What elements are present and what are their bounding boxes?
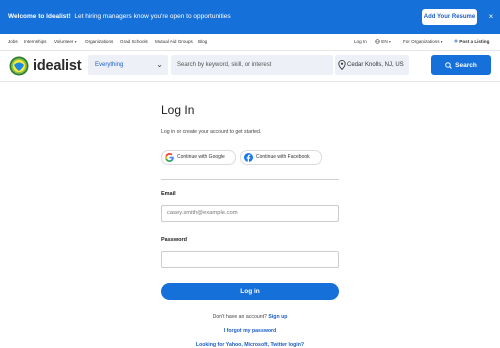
location-value: Cedar Knolls, NJ, US bbox=[347, 62, 404, 68]
idealist-logo-icon[interactable] bbox=[9, 56, 29, 76]
other-logins-link[interactable]: Looking for Yahoo, Microsoft, Twitter lo… bbox=[196, 342, 304, 348]
chevron-down-icon: ▾ bbox=[388, 40, 391, 44]
nav-blog[interactable]: Blog bbox=[198, 34, 207, 50]
facebook-login-label: Continue with Facebook bbox=[256, 154, 310, 160]
forgot-row: I forgot my password bbox=[161, 327, 339, 335]
for-organizations-label: For Organizations bbox=[403, 39, 440, 44]
search-icon bbox=[445, 61, 453, 69]
signup-prompt: Don't have an account? Sign up bbox=[161, 313, 339, 321]
page-subtitle: Log in or create your account to get sta… bbox=[161, 129, 262, 135]
no-account-text: Don't have an account? bbox=[212, 314, 267, 320]
google-icon bbox=[165, 153, 174, 162]
header-divider bbox=[0, 81, 500, 82]
nav-volunteer[interactable]: Volunteer ▾ bbox=[54, 34, 76, 50]
site-header: idealist Everything ⌄ Search by keyword,… bbox=[0, 51, 500, 81]
chevron-down-icon: ▾ bbox=[440, 40, 443, 44]
banner-welcome: Welcome to Idealist! bbox=[8, 13, 71, 20]
promo-banner: Welcome to Idealist! Let hiring managers… bbox=[0, 0, 500, 34]
add-resume-button[interactable]: Add Your Resume bbox=[422, 9, 477, 25]
map-pin-icon bbox=[338, 60, 346, 70]
signup-link[interactable]: Sign up bbox=[268, 314, 287, 320]
post-listing-link[interactable]: Post a Listing bbox=[454, 34, 489, 50]
nav-volunteer-label: Volunteer bbox=[54, 39, 74, 44]
plus-icon bbox=[454, 39, 458, 43]
nav-login[interactable]: Log In bbox=[354, 34, 367, 50]
location-input[interactable]: Cedar Knolls, NJ, US bbox=[335, 55, 409, 75]
facebook-login-button[interactable]: Continue with Facebook bbox=[240, 150, 322, 165]
for-organizations-menu[interactable]: For Organizations ▾ bbox=[403, 34, 443, 50]
email-label: Email bbox=[161, 191, 176, 197]
nav-internships[interactable]: Internships bbox=[24, 34, 46, 50]
banner-text: Let hiring managers know you're open to … bbox=[74, 13, 231, 20]
password-field[interactable] bbox=[161, 251, 339, 268]
brand-name[interactable]: idealist bbox=[33, 56, 82, 76]
password-label: Password bbox=[161, 237, 187, 243]
nav-grad-schools[interactable]: Grad Schools bbox=[120, 34, 148, 50]
globe-icon bbox=[375, 38, 380, 44]
post-listing-label: Post a Listing bbox=[459, 39, 490, 44]
email-field[interactable]: casey.smith@example.com bbox=[161, 205, 339, 222]
facebook-icon bbox=[244, 153, 253, 162]
language-label: EN bbox=[381, 39, 388, 44]
forgot-password-link[interactable]: I forgot my password bbox=[224, 328, 276, 334]
nav-mutual-aid[interactable]: Mutual Aid Groups bbox=[155, 34, 193, 50]
chevron-down-icon: ⌄ bbox=[156, 60, 163, 69]
google-login-label: Continue with Google bbox=[177, 154, 225, 160]
other-logins-row: Looking for Yahoo, Microsoft, Twitter lo… bbox=[161, 341, 339, 348]
google-login-button[interactable]: Continue with Google bbox=[161, 150, 236, 165]
category-select-value: Everything bbox=[95, 62, 124, 68]
secondary-nav: Jobs Internships Volunteer ▾ Organizatio… bbox=[0, 34, 500, 50]
search-input[interactable]: Search by keyword, skill, or interest bbox=[171, 55, 333, 75]
category-select[interactable]: Everything ⌄ bbox=[88, 55, 168, 75]
nav-organizations[interactable]: Organizations bbox=[85, 34, 113, 50]
close-icon[interactable]: × bbox=[487, 12, 495, 22]
language-selector[interactable]: EN ▾ bbox=[375, 34, 391, 50]
search-button-label: Search bbox=[455, 61, 477, 69]
nav-jobs[interactable]: Jobs bbox=[8, 34, 18, 50]
login-button[interactable]: Log in bbox=[161, 283, 339, 300]
page-title: Log In bbox=[161, 103, 195, 117]
form-divider bbox=[161, 179, 339, 180]
search-button[interactable]: Search bbox=[431, 55, 491, 75]
chevron-down-icon: ▾ bbox=[74, 40, 77, 44]
banner-message: Welcome to Idealist! Let hiring managers… bbox=[8, 13, 231, 21]
